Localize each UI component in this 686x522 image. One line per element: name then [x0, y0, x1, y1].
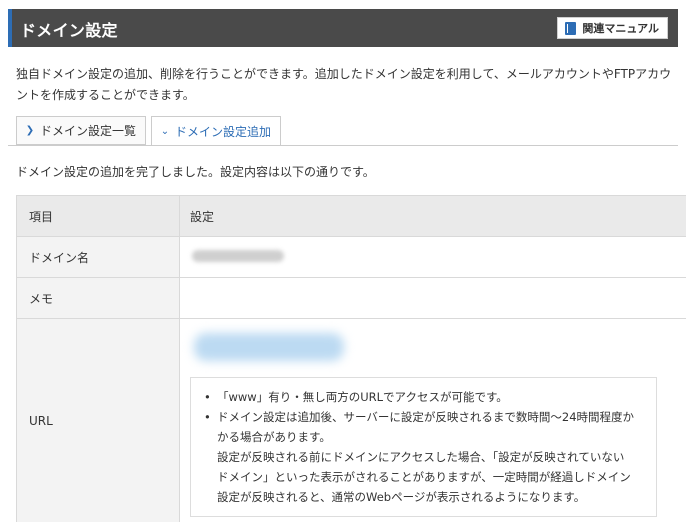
tab-domain-add[interactable]: ⌄ ドメイン設定追加 [151, 116, 281, 146]
note-item-1: 「www」有り・無し両方のURLでアクセスが可能です。 [203, 387, 646, 407]
note-item-2-line-1: ドメイン設定は追加後、サーバーに設定が反映されるまで数時間〜24時間程度か [217, 410, 635, 424]
chevron-right-icon: ❯ [25, 125, 35, 136]
table-row-url: URL 「www」有り・無し両方のURLでアクセスが可能です。 ドメイン設定は追… [16, 318, 686, 522]
redacted-url [194, 333, 344, 361]
note-sub-paragraph: 設定が反映される前にドメインにアクセスした場合、「設定が反映されていない ドメイ… [203, 447, 646, 507]
related-manual-label: 関連マニュアル [582, 22, 659, 35]
tab-domain-add-label: ドメイン設定追加 [175, 124, 272, 139]
intro-line-2: ントを作成することができます。 [16, 88, 195, 102]
settings-table: 項目 設定 ドメイン名 メモ URL 「www」有り・無し両方のURLでアクセス… [16, 195, 686, 522]
note-sub-line-3: 設定が反映されると、通常のWebページが表示されるようになります。 [217, 490, 586, 504]
page-header: ドメイン設定 関連マニュアル [8, 9, 678, 47]
header-setting: 設定 [179, 195, 686, 237]
note-item-2-line-2: かる場合があります。 [217, 430, 331, 444]
memo-value [179, 277, 686, 319]
intro-line-1: 独自ドメイン設定の追加、削除を行うことができます。追加したドメイン設定を利用して… [16, 67, 672, 81]
url-label: URL [16, 318, 180, 522]
table-row-domain: ドメイン名 [16, 236, 686, 278]
page-title: ドメイン設定 [20, 21, 118, 40]
redacted-domain [192, 249, 284, 262]
book-icon [565, 21, 577, 35]
intro-text: 独自ドメイン設定の追加、削除を行うことができます。追加したドメイン設定を利用して… [16, 64, 676, 106]
table-row-memo: メモ [16, 277, 686, 319]
header-item: 項目 [16, 195, 180, 237]
tab-domain-list-label: ドメイン設定一覧 [40, 124, 137, 138]
url-value: 「www」有り・無し両方のURLでアクセスが可能です。 ドメイン設定は追加後、サ… [179, 318, 686, 522]
table-header-row: 項目 設定 [16, 195, 686, 237]
related-manual-button[interactable]: 関連マニュアル [557, 17, 668, 39]
header-accent-bar [8, 9, 12, 47]
note-sub-line-2: ドメイン」といった表示がされることがありますが、一定時間が経過しドメイン [217, 470, 631, 484]
notes-box: 「www」有り・無し両方のURLでアクセスが可能です。 ドメイン設定は追加後、サ… [190, 377, 657, 517]
note-sub-line-1: 設定が反映される前にドメインにアクセスした場合、「設定が反映されていない [217, 450, 625, 464]
domain-value [179, 236, 686, 278]
completion-message: ドメイン設定の追加を完了しました。設定内容は以下の通りです。 [16, 165, 375, 179]
tab-divider [8, 145, 678, 146]
note-item-2: ドメイン設定は追加後、サーバーに設定が反映されるまで数時間〜24時間程度か かる… [203, 407, 646, 447]
tab-domain-list[interactable]: ❯ ドメイン設定一覧 [16, 116, 146, 145]
chevron-down-icon: ⌄ [160, 125, 170, 137]
memo-label: メモ [16, 277, 180, 319]
domain-label: ドメイン名 [16, 236, 180, 278]
